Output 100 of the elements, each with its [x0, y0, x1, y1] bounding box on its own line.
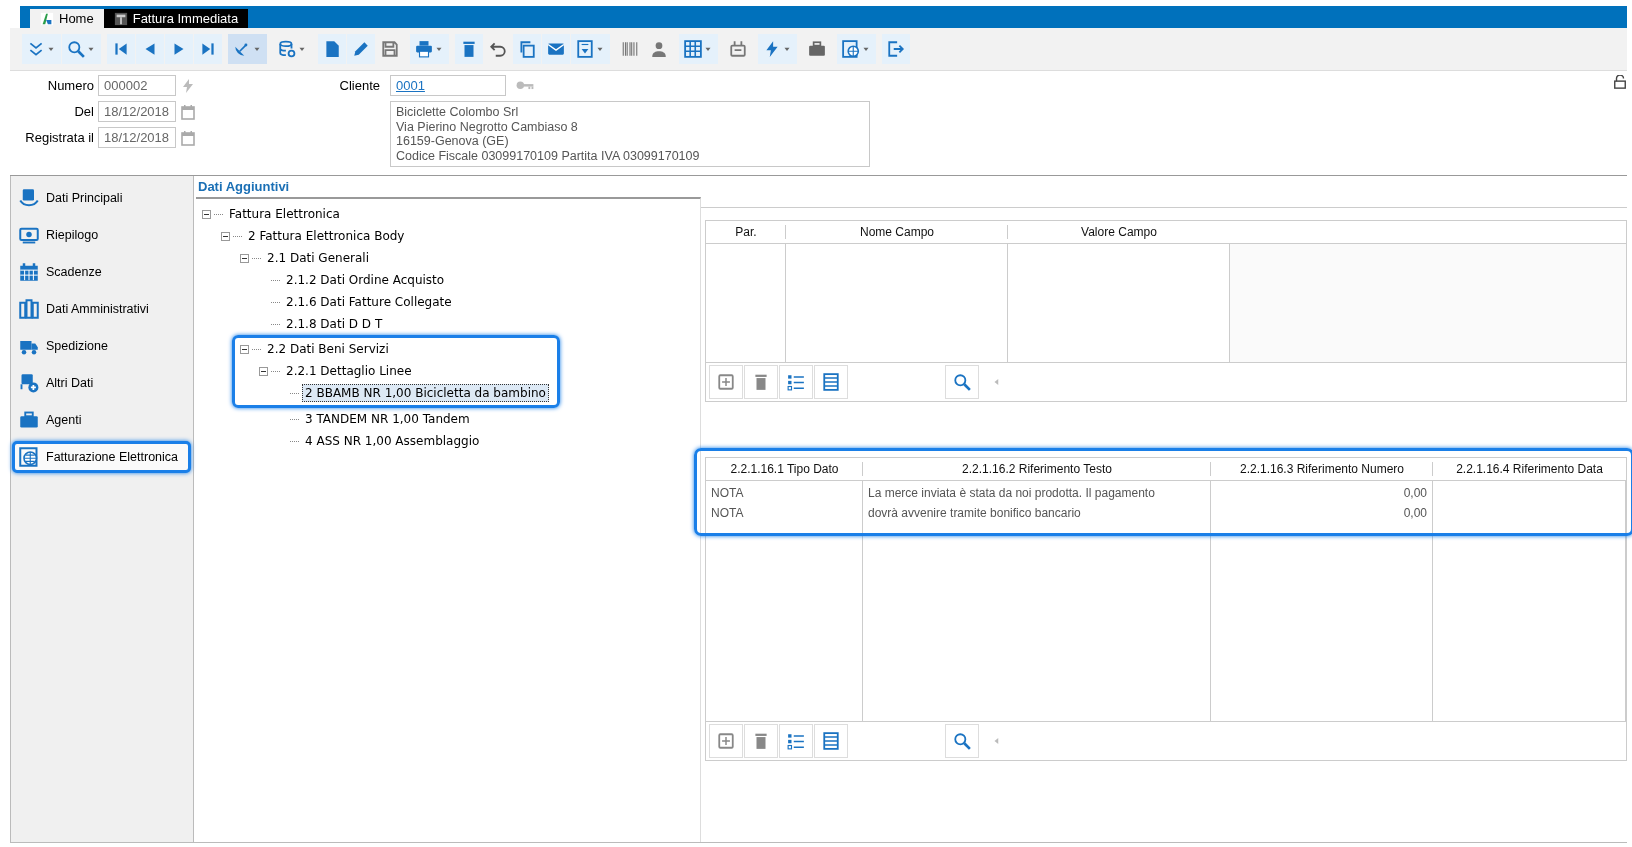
tree-node[interactable]: 2.1 Dati Generali	[264, 249, 372, 267]
tab[interactable]: Home	[30, 9, 104, 28]
form-icon	[576, 40, 594, 58]
toolbar-button[interactable]	[62, 34, 101, 64]
toolbar-button[interactable]	[194, 34, 222, 64]
tree-node[interactable]: 2.2.1 Dettaglio Linee	[283, 362, 415, 380]
trash-icon	[752, 373, 770, 391]
field-label: Registrata il	[24, 129, 94, 147]
toolbar-button[interactable]	[165, 34, 193, 64]
toolbar-button[interactable]	[455, 34, 483, 64]
tree-node[interactable]: 2.1.2 Dati Ordine Acquisto	[283, 271, 448, 289]
list-view-button[interactable]	[779, 724, 813, 758]
collapse-icon[interactable]	[259, 366, 268, 376]
sidebar-item[interactable]: Dati Principali	[12, 182, 191, 214]
toolbar-button[interactable]	[882, 34, 910, 64]
copy-icon	[518, 40, 536, 58]
toolbar-button[interactable]	[837, 34, 876, 64]
tree-node[interactable]: 2 BBAMB NR 1,00 Bicicletta da bambino	[302, 384, 549, 402]
tree-node[interactable]: 2.1.8 Dati D D T	[283, 315, 386, 333]
input-field[interactable]: 000002	[98, 75, 176, 96]
sidebar-item[interactable]: Spedizione	[12, 330, 191, 362]
sidebar-item[interactable]: Riepilogo	[12, 219, 191, 251]
plug-box-icon	[729, 40, 747, 58]
delete-button[interactable]	[744, 724, 778, 758]
column-header[interactable]: Valore Campo	[1008, 221, 1230, 243]
tree-node[interactable]: 2.1.6 Dati Fatture Collegate	[283, 293, 455, 311]
chevrons-down-icon	[27, 40, 45, 58]
pencil-icon	[352, 40, 370, 58]
tree-node[interactable]: 2.2 Dati Beni Servizi	[264, 340, 392, 358]
toolbar-button[interactable]	[347, 34, 375, 64]
skip-first-icon	[112, 40, 130, 58]
table-icon	[822, 373, 840, 391]
section-title: Dati Aggiuntivi	[197, 178, 291, 196]
table-cell-text: 0,00	[1402, 485, 1428, 502]
tree-node[interactable]: 2 Fattura Elettronica Body	[245, 227, 408, 245]
table-view-button[interactable]	[814, 724, 848, 758]
column-header[interactable]: Nome Campo	[786, 221, 1008, 243]
sidebar-item[interactable]: Fatturazione Elettronica	[12, 441, 191, 473]
column-header[interactable]: 2.2.1.16.3 Riferimento Numero	[1211, 458, 1433, 480]
toolbar-button[interactable]	[758, 34, 797, 64]
input-field[interactable]: 0001	[390, 75, 506, 96]
toolbar-button[interactable]	[107, 34, 135, 64]
plus-box-icon	[717, 373, 735, 391]
search-icon	[953, 373, 971, 391]
briefcase-icon	[19, 410, 39, 430]
sidebar-item[interactable]: Scadenze	[12, 256, 191, 288]
toolbar-button[interactable]	[679, 34, 718, 64]
padlock-icon	[1613, 75, 1627, 89]
sidebar-item[interactable]: Altri Dati	[12, 367, 191, 399]
undo-icon	[489, 40, 507, 58]
collapse-icon[interactable]	[240, 253, 249, 263]
skip-last-icon	[199, 40, 217, 58]
person-icon	[650, 40, 668, 58]
toolbar-button[interactable]	[571, 34, 610, 64]
toolbar-button[interactable]	[318, 34, 346, 64]
tree-node[interactable]: Fattura Elettronica	[226, 205, 343, 223]
toolbar-button[interactable]	[136, 34, 164, 64]
toolbar-button[interactable]	[228, 34, 267, 64]
collapse-icon[interactable]	[202, 209, 211, 219]
globe-document-icon	[842, 40, 860, 58]
column-header[interactable]: 2.2.1.16.2 Riferimento Testo	[863, 458, 1211, 480]
collapse-icon[interactable]	[221, 231, 230, 241]
list-view-button[interactable]	[779, 365, 813, 399]
sidebar-item[interactable]: Agenti	[12, 404, 191, 436]
collapse-icon[interactable]	[240, 344, 249, 354]
delete-button[interactable]	[744, 365, 778, 399]
table-cell-text: NOTA	[710, 505, 745, 522]
calendar-icon	[180, 103, 196, 120]
toolbar-button[interactable]	[22, 34, 61, 64]
sidebar-item[interactable]: Dati Amministrativi	[12, 293, 191, 325]
add-row-button[interactable]	[709, 724, 743, 758]
search-button[interactable]	[945, 365, 979, 399]
customer-link[interactable]: 0001	[396, 78, 425, 93]
trash-icon	[460, 40, 478, 58]
input-field[interactable]: 18/12/2018	[98, 101, 176, 122]
input-field[interactable]: 18/12/2018	[98, 127, 176, 148]
tree-node[interactable]: 4 ASS NR 1,00 Assemblaggio	[302, 432, 483, 450]
trash-icon	[752, 732, 770, 750]
bolt-small-icon	[180, 77, 196, 94]
table-cell-text: La merce inviata è stata da noi prodotta. Il pagamento	[867, 485, 1156, 502]
add-row-button[interactable]	[709, 365, 743, 399]
column-header[interactable]: 2.2.1.16.4 Riferimento Data	[1433, 458, 1626, 480]
table-view-button[interactable]	[814, 365, 848, 399]
search-button[interactable]	[945, 724, 979, 758]
tree-node[interactable]: 3 TANDEM NR 1,00 Tandem	[302, 410, 473, 428]
toolbar-button[interactable]	[410, 34, 449, 64]
home-logo-icon	[40, 11, 54, 26]
column-header[interactable]: Par.	[706, 221, 786, 243]
key-icon	[516, 81, 534, 90]
toolbar-button[interactable]	[513, 34, 541, 64]
database-icon	[278, 40, 296, 58]
toolbar-button[interactable]	[542, 34, 570, 64]
tab[interactable]: Fattura Immediata	[103, 9, 249, 28]
briefcase-icon	[808, 40, 826, 58]
column-header[interactable]: 2.2.1.16.1 Tipo Dato	[706, 458, 863, 480]
table-cell-text: NOTA	[710, 485, 745, 502]
field-label: Del	[73, 103, 94, 121]
envelope-icon	[547, 40, 565, 58]
search-icon	[67, 40, 85, 58]
calendar-icon	[180, 129, 196, 146]
